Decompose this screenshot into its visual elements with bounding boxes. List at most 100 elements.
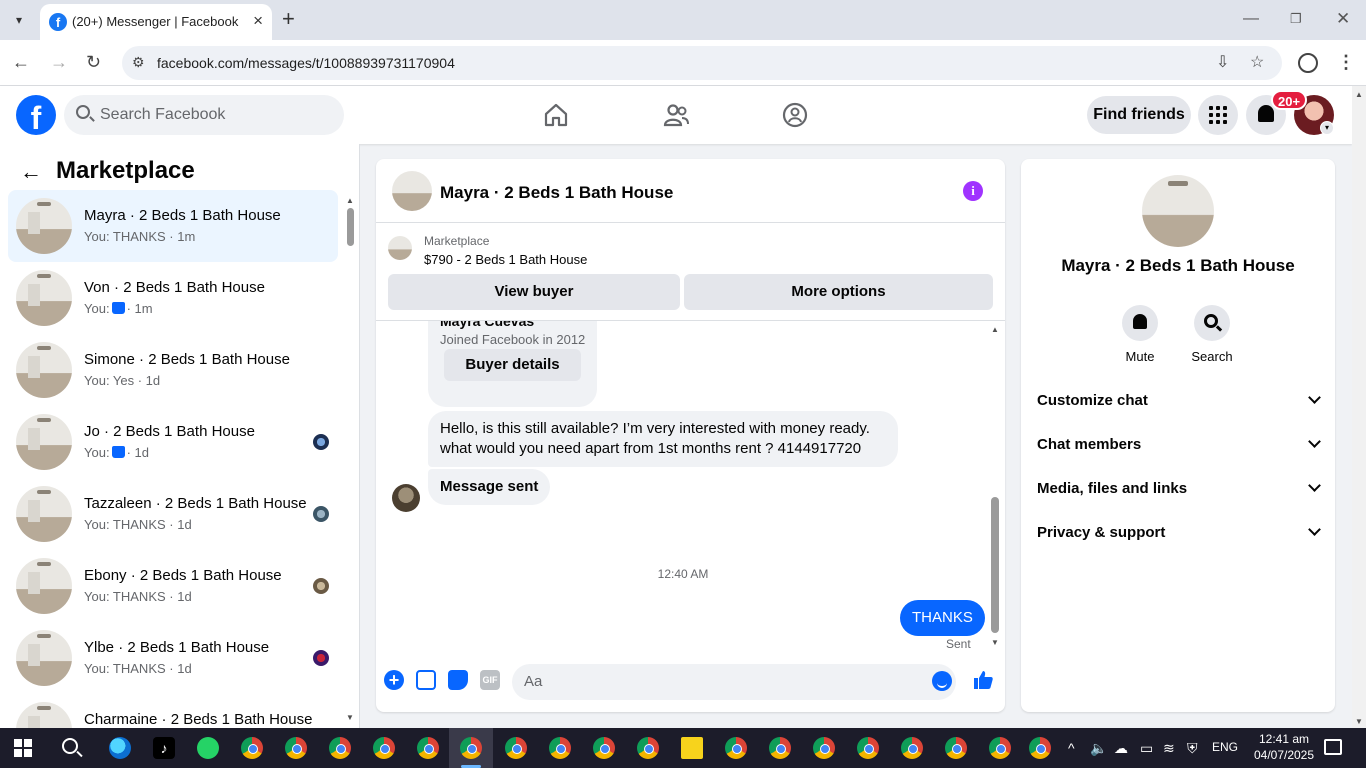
chrome-window-icon[interactable] <box>593 737 615 759</box>
security-shield-icon[interactable]: ⛨ <box>1187 739 1198 757</box>
sidebar-scrollbar[interactable]: ▲ ▼ <box>344 196 356 722</box>
tab-close-icon[interactable]: × <box>253 12 263 30</box>
chrome-window-icon[interactable] <box>285 737 307 759</box>
browser-forward-icon[interactable]: → <box>50 52 68 72</box>
view-buyer-button[interactable]: View buyer <box>388 274 680 310</box>
chrome-window-icon[interactable] <box>549 737 571 759</box>
home-icon[interactable] <box>542 101 570 129</box>
section-customize-chat[interactable]: Customize chat <box>1037 390 1321 414</box>
conversation-item-tazzaleen[interactable]: Tazzaleen · 2 Beds 1 Bath House You: THA… <box>8 478 338 550</box>
chrome-window-icon[interactable] <box>417 737 439 759</box>
scrollbar-thumb[interactable] <box>991 497 999 633</box>
whatsapp-app-icon[interactable] <box>197 737 219 759</box>
tiktok-app-icon[interactable]: ♪ <box>153 737 175 759</box>
groups-icon[interactable] <box>781 101 809 129</box>
facebook-search-input[interactable]: Search Facebook <box>64 95 344 135</box>
chrome-window-icon[interactable] <box>725 737 747 759</box>
section-chat-members[interactable]: Chat members <box>1037 434 1321 458</box>
chrome-window-icon[interactable] <box>901 737 923 759</box>
browser-tab-messenger[interactable]: f (20+) Messenger | Facebook × <box>40 4 272 40</box>
bookmark-star-icon[interactable]: ☆ <box>1250 53 1264 73</box>
new-tab-plus-icon[interactable]: + <box>282 8 295 30</box>
window-restore-icon[interactable]: ❐ <box>1290 8 1302 30</box>
conversation-info-icon[interactable]: i <box>963 181 983 201</box>
chrome-window-icon[interactable] <box>637 737 659 759</box>
conversation-item-jo[interactable]: Jo · 2 Beds 1 Bath House You: · 1d <box>8 406 338 478</box>
install-app-icon[interactable]: ⇩ <box>1216 53 1229 73</box>
tray-overflow-chevron-icon[interactable]: ^ <box>1068 739 1075 757</box>
friends-icon[interactable] <box>662 101 690 129</box>
section-media-files-links[interactable]: Media, files and links <box>1037 478 1321 502</box>
conversation-item-simone[interactable]: Simone · 2 Beds 1 Bath House You: Yes · … <box>8 334 338 406</box>
sticky-notes-icon[interactable] <box>681 737 703 759</box>
notification-center-icon[interactable] <box>1324 739 1342 755</box>
facebook-logo-icon[interactable]: f <box>16 95 56 136</box>
thread-scrollbar[interactable]: ▲ ▼ <box>989 325 1001 647</box>
message-input[interactable]: Aa <box>512 664 956 700</box>
network-activity-icon[interactable]: ☁ <box>1114 739 1128 757</box>
chrome-window-icon[interactable] <box>945 737 967 759</box>
plus-icon[interactable]: + <box>384 670 404 690</box>
wifi-icon[interactable]: ≋ <box>1163 739 1175 757</box>
tab-search-chevron-icon[interactable]: ▾ <box>8 9 30 31</box>
sticker-icon[interactable] <box>448 670 468 690</box>
chrome-window-icon[interactable] <box>769 737 791 759</box>
windows-start-icon[interactable] <box>14 739 32 757</box>
photo-icon[interactable] <box>416 670 436 690</box>
edge-browser-icon[interactable] <box>109 737 131 759</box>
scroll-up-arrow-icon[interactable]: ▲ <box>1355 90 1363 99</box>
account-chevron-down-icon[interactable]: ▾ <box>1320 121 1334 135</box>
gif-icon[interactable]: GIF <box>480 670 500 690</box>
section-privacy-support[interactable]: Privacy & support <box>1037 522 1321 546</box>
window-minimize-icon[interactable]: — <box>1243 8 1259 30</box>
conversation-preview: You: THANKS · 1m <box>84 229 196 244</box>
chrome-window-icon[interactable] <box>241 737 263 759</box>
input-language[interactable]: ENG <box>1212 740 1238 754</box>
site-settings-icon[interactable]: ⚙ <box>132 54 145 71</box>
chrome-window-icon[interactable] <box>989 737 1011 759</box>
scroll-down-arrow-icon[interactable]: ▼ <box>346 713 354 722</box>
conversation-item-ebony[interactable]: Ebony · 2 Beds 1 Bath House You: THANKS … <box>8 550 338 622</box>
volume-icon[interactable]: 🔈 <box>1090 739 1107 757</box>
chrome-window-icon-active[interactable] <box>460 737 482 759</box>
sender-avatar[interactable] <box>392 484 420 512</box>
system-clock[interactable]: 12:41 am 04/07/2025 <box>1252 731 1316 763</box>
address-url[interactable]: facebook.com/messages/t/1008893973117090… <box>157 55 455 71</box>
thumbs-up-icon[interactable] <box>972 669 994 691</box>
more-options-button[interactable]: More options <box>684 274 993 310</box>
page-scrollbar[interactable]: ▲ ▼ <box>1352 86 1366 728</box>
find-friends-button[interactable]: Find friends <box>1087 96 1191 134</box>
chat-title[interactable]: Mayra · 2 Beds 1 Bath House <box>440 183 673 203</box>
browser-back-icon[interactable]: ← <box>12 52 30 72</box>
mute-button[interactable]: Mute <box>1110 305 1170 364</box>
facebook-menu-button[interactable] <box>1198 95 1238 135</box>
battery-icon[interactable]: ▭ <box>1140 739 1153 757</box>
chrome-window-icon[interactable] <box>857 737 879 759</box>
buyer-details-button[interactable]: Buyer details <box>444 349 581 381</box>
chrome-window-icon[interactable] <box>373 737 395 759</box>
conversation-item-von[interactable]: Von · 2 Beds 1 Bath House You: · 1m <box>8 262 338 334</box>
scrollbar-thumb[interactable] <box>347 208 354 246</box>
scroll-up-arrow-icon[interactable]: ▲ <box>991 325 999 334</box>
conversation-item-ylbe[interactable]: Ylbe · 2 Beds 1 Bath House You: THANKS ·… <box>8 622 338 694</box>
chrome-window-icon[interactable] <box>329 737 351 759</box>
buyer-name: Mayra Cuevas <box>440 321 535 329</box>
window-close-icon[interactable]: ✕ <box>1336 8 1350 30</box>
scroll-down-arrow-icon[interactable]: ▼ <box>991 638 999 647</box>
back-arrow-icon[interactable]: ← <box>20 161 42 183</box>
browser-reload-icon[interactable]: ↻ <box>86 52 101 72</box>
chat-thumbnail[interactable] <box>392 171 432 211</box>
chrome-window-icon[interactable] <box>813 737 835 759</box>
chrome-window-icon[interactable] <box>1029 737 1051 759</box>
listing-title[interactable]: $790 - 2 Beds 1 Bath House <box>424 252 587 267</box>
address-bar[interactable]: ⚙ facebook.com/messages/t/10088939731170… <box>122 46 1282 80</box>
scroll-down-arrow-icon[interactable]: ▼ <box>1355 717 1363 726</box>
emoji-icon[interactable] <box>932 671 952 691</box>
scroll-up-arrow-icon[interactable]: ▲ <box>346 196 354 205</box>
chrome-window-icon[interactable] <box>505 737 527 759</box>
browser-menu-kebab-icon[interactable]: ⋮ <box>1337 52 1355 73</box>
search-in-conversation-button[interactable]: Search <box>1182 305 1242 364</box>
taskbar-search-icon[interactable] <box>62 738 78 754</box>
browser-profile-icon[interactable] <box>1298 53 1318 73</box>
conversation-item-mayra[interactable]: Mayra · 2 Beds 1 Bath House You: THANKS … <box>8 190 338 262</box>
